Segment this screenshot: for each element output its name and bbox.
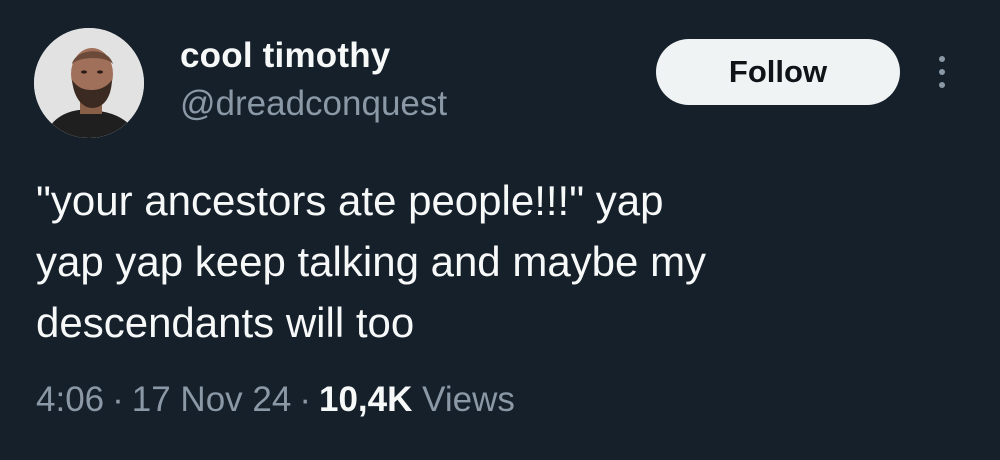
- views-count[interactable]: 10,4K: [319, 380, 412, 419]
- tweet-text-line: descendants will too: [36, 299, 415, 346]
- more-dot: [939, 69, 945, 75]
- author-display-name[interactable]: cool timothy: [180, 36, 390, 76]
- tweet-text: "your ancestors ate people!!!" yap yap y…: [36, 170, 916, 353]
- meta-separator: ·: [299, 380, 311, 419]
- tweet-meta: 4:06 · 17 Nov 24 · 10,4K Views: [36, 380, 515, 420]
- avatar[interactable]: [34, 28, 144, 138]
- author-handle[interactable]: @dreadconquest: [180, 84, 447, 124]
- views-label[interactable]: Views: [422, 380, 515, 419]
- tweet-card: cool timothy @dreadconquest Follow "your…: [0, 0, 1000, 460]
- meta-separator: ·: [112, 380, 124, 419]
- tweet-time[interactable]: 4:06: [36, 380, 104, 419]
- tweet-text-line: yap yap keep talking and maybe my: [36, 238, 707, 285]
- tweet-date[interactable]: 17 Nov 24: [132, 380, 292, 419]
- more-dot: [939, 82, 945, 88]
- more-options-icon[interactable]: [924, 50, 960, 94]
- more-dot: [939, 56, 945, 62]
- avatar-image: [34, 28, 144, 138]
- tweet-text-line: "your ancestors ate people!!!" yap: [36, 177, 664, 224]
- follow-button[interactable]: Follow: [656, 39, 900, 105]
